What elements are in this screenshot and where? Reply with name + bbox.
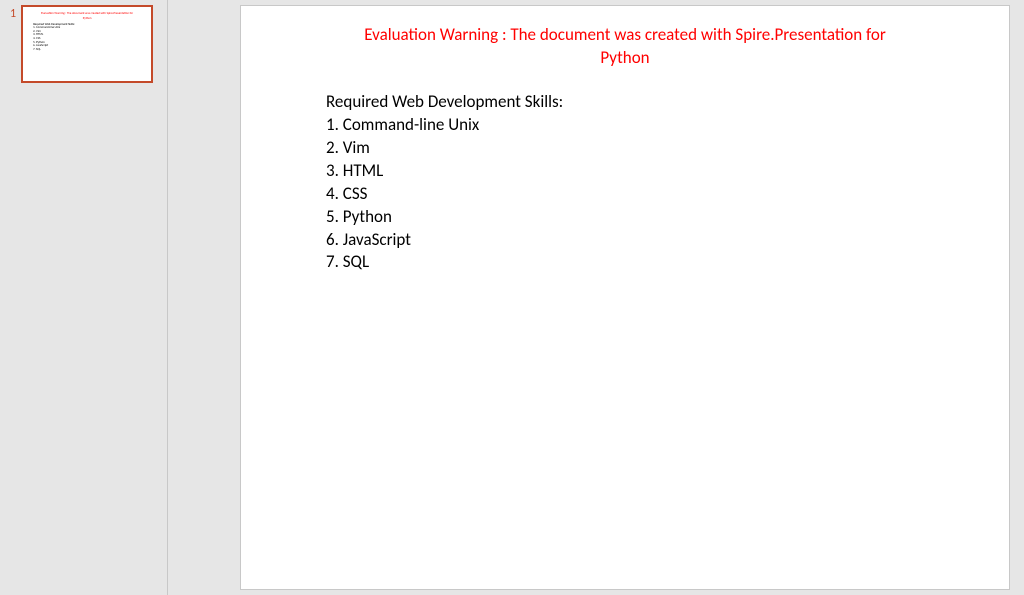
list-item: 2. Vim bbox=[326, 137, 924, 160]
warning-line1: Evaluation Warning : The document was cr… bbox=[364, 24, 886, 45]
thumbnail-number: 1 bbox=[10, 7, 16, 21]
list-item: 3. HTML bbox=[326, 160, 924, 183]
list-item: 5. Python bbox=[326, 206, 924, 229]
thumbnail-container: 1 Evaluation Warning : The document was … bbox=[10, 5, 153, 83]
thumbnail-slide[interactable]: Evaluation Warning : The document was cr… bbox=[21, 5, 153, 83]
list-item: 7. SQL bbox=[326, 251, 924, 274]
main-slide[interactable]: Evaluation Warning : The document was cr… bbox=[240, 5, 1010, 590]
list-item: 1. Command-line Unix bbox=[326, 114, 924, 137]
list-title: Required Web Development Skills: bbox=[326, 91, 924, 114]
list-item: 4. CSS bbox=[326, 183, 924, 206]
thumbnail-panel: 1 Evaluation Warning : The document was … bbox=[0, 0, 168, 595]
warning-line2: Python bbox=[600, 47, 649, 68]
slide-content: Required Web Development Skills: 1. Comm… bbox=[241, 75, 1009, 275]
thumb-warning-line2: Python bbox=[30, 17, 144, 20]
thumb-item: 7. SQL bbox=[33, 48, 144, 52]
list-item: 6. JavaScript bbox=[326, 229, 924, 252]
evaluation-warning: Evaluation Warning : The document was cr… bbox=[241, 6, 1009, 75]
thumb-content: Required Web Development Skills: 1. Comm… bbox=[30, 23, 144, 52]
thumb-warning-line1: Evaluation Warning : The document was cr… bbox=[30, 12, 144, 15]
